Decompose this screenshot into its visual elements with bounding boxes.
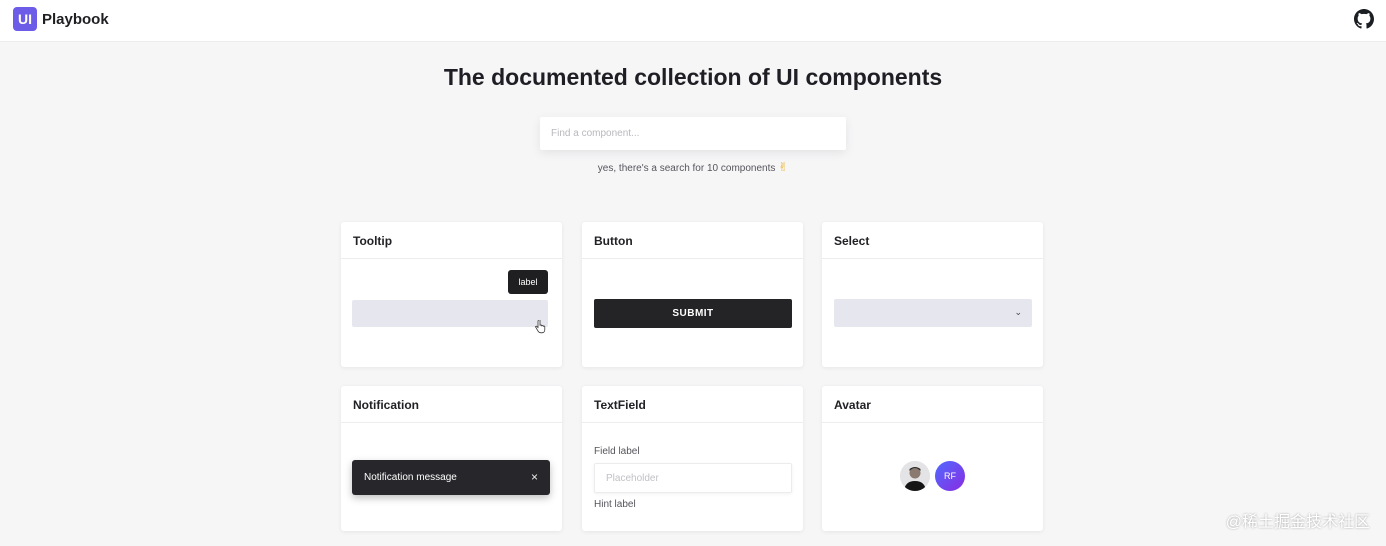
hand-cursor-icon: [535, 320, 546, 334]
github-icon[interactable]: [1354, 9, 1374, 29]
card-preview: label: [341, 259, 562, 367]
notification-message: Notification message: [364, 472, 457, 483]
field-label: Field label: [594, 446, 640, 457]
tooltip-target[interactable]: [352, 300, 548, 327]
hint-label: Hint label: [594, 499, 636, 510]
victory-hand-icon: ✌: [778, 160, 789, 174]
card-title: TextField: [582, 386, 803, 423]
card-title: Notification: [341, 386, 562, 423]
avatar-initials: RF: [935, 461, 965, 491]
tooltip-label: label: [508, 270, 548, 294]
search-input[interactable]: [540, 117, 846, 150]
card-preview: Notification message ×: [341, 423, 562, 531]
avatar-photo: [900, 461, 930, 491]
logo-text: Playbook: [42, 10, 109, 28]
notification-toast: Notification message ×: [352, 460, 550, 495]
card-preview: RF: [822, 423, 1043, 531]
component-card-textfield[interactable]: TextField Field label Hint label: [582, 386, 803, 531]
logo[interactable]: UI Playbook: [13, 7, 109, 31]
close-icon[interactable]: ×: [531, 470, 538, 484]
watermark: @稀土掘金技术社区: [1225, 514, 1370, 531]
card-title: Select: [822, 222, 1043, 259]
card-preview: SUBMIT: [582, 259, 803, 367]
page-title: The documented collection of UI componen…: [443, 64, 943, 90]
card-title: Button: [582, 222, 803, 259]
component-card-select[interactable]: Select ⌄: [822, 222, 1043, 367]
card-preview: ⌄: [822, 259, 1043, 367]
select-dropdown[interactable]: ⌄: [834, 299, 1032, 327]
search-hint-text: yes, there's a search for 10 components: [597, 163, 776, 174]
search-hint: yes, there's a search for 10 components …: [0, 160, 1386, 174]
component-card-button[interactable]: Button SUBMIT: [582, 222, 803, 367]
card-preview: Field label Hint label: [582, 423, 803, 531]
logo-badge: UI: [13, 7, 37, 31]
text-field-input[interactable]: [594, 463, 792, 493]
chevron-down-icon: ⌄: [1014, 307, 1022, 317]
person-photo-icon: [900, 461, 930, 491]
component-card-notification[interactable]: Notification Notification message ×: [341, 386, 562, 531]
card-title: Avatar: [822, 386, 1043, 423]
component-card-tooltip[interactable]: Tooltip label: [341, 222, 562, 367]
submit-button[interactable]: SUBMIT: [594, 299, 792, 328]
card-title: Tooltip: [341, 222, 562, 259]
component-card-avatar[interactable]: Avatar RF: [822, 386, 1043, 531]
top-navigation-bar: UI Playbook: [0, 0, 1386, 42]
